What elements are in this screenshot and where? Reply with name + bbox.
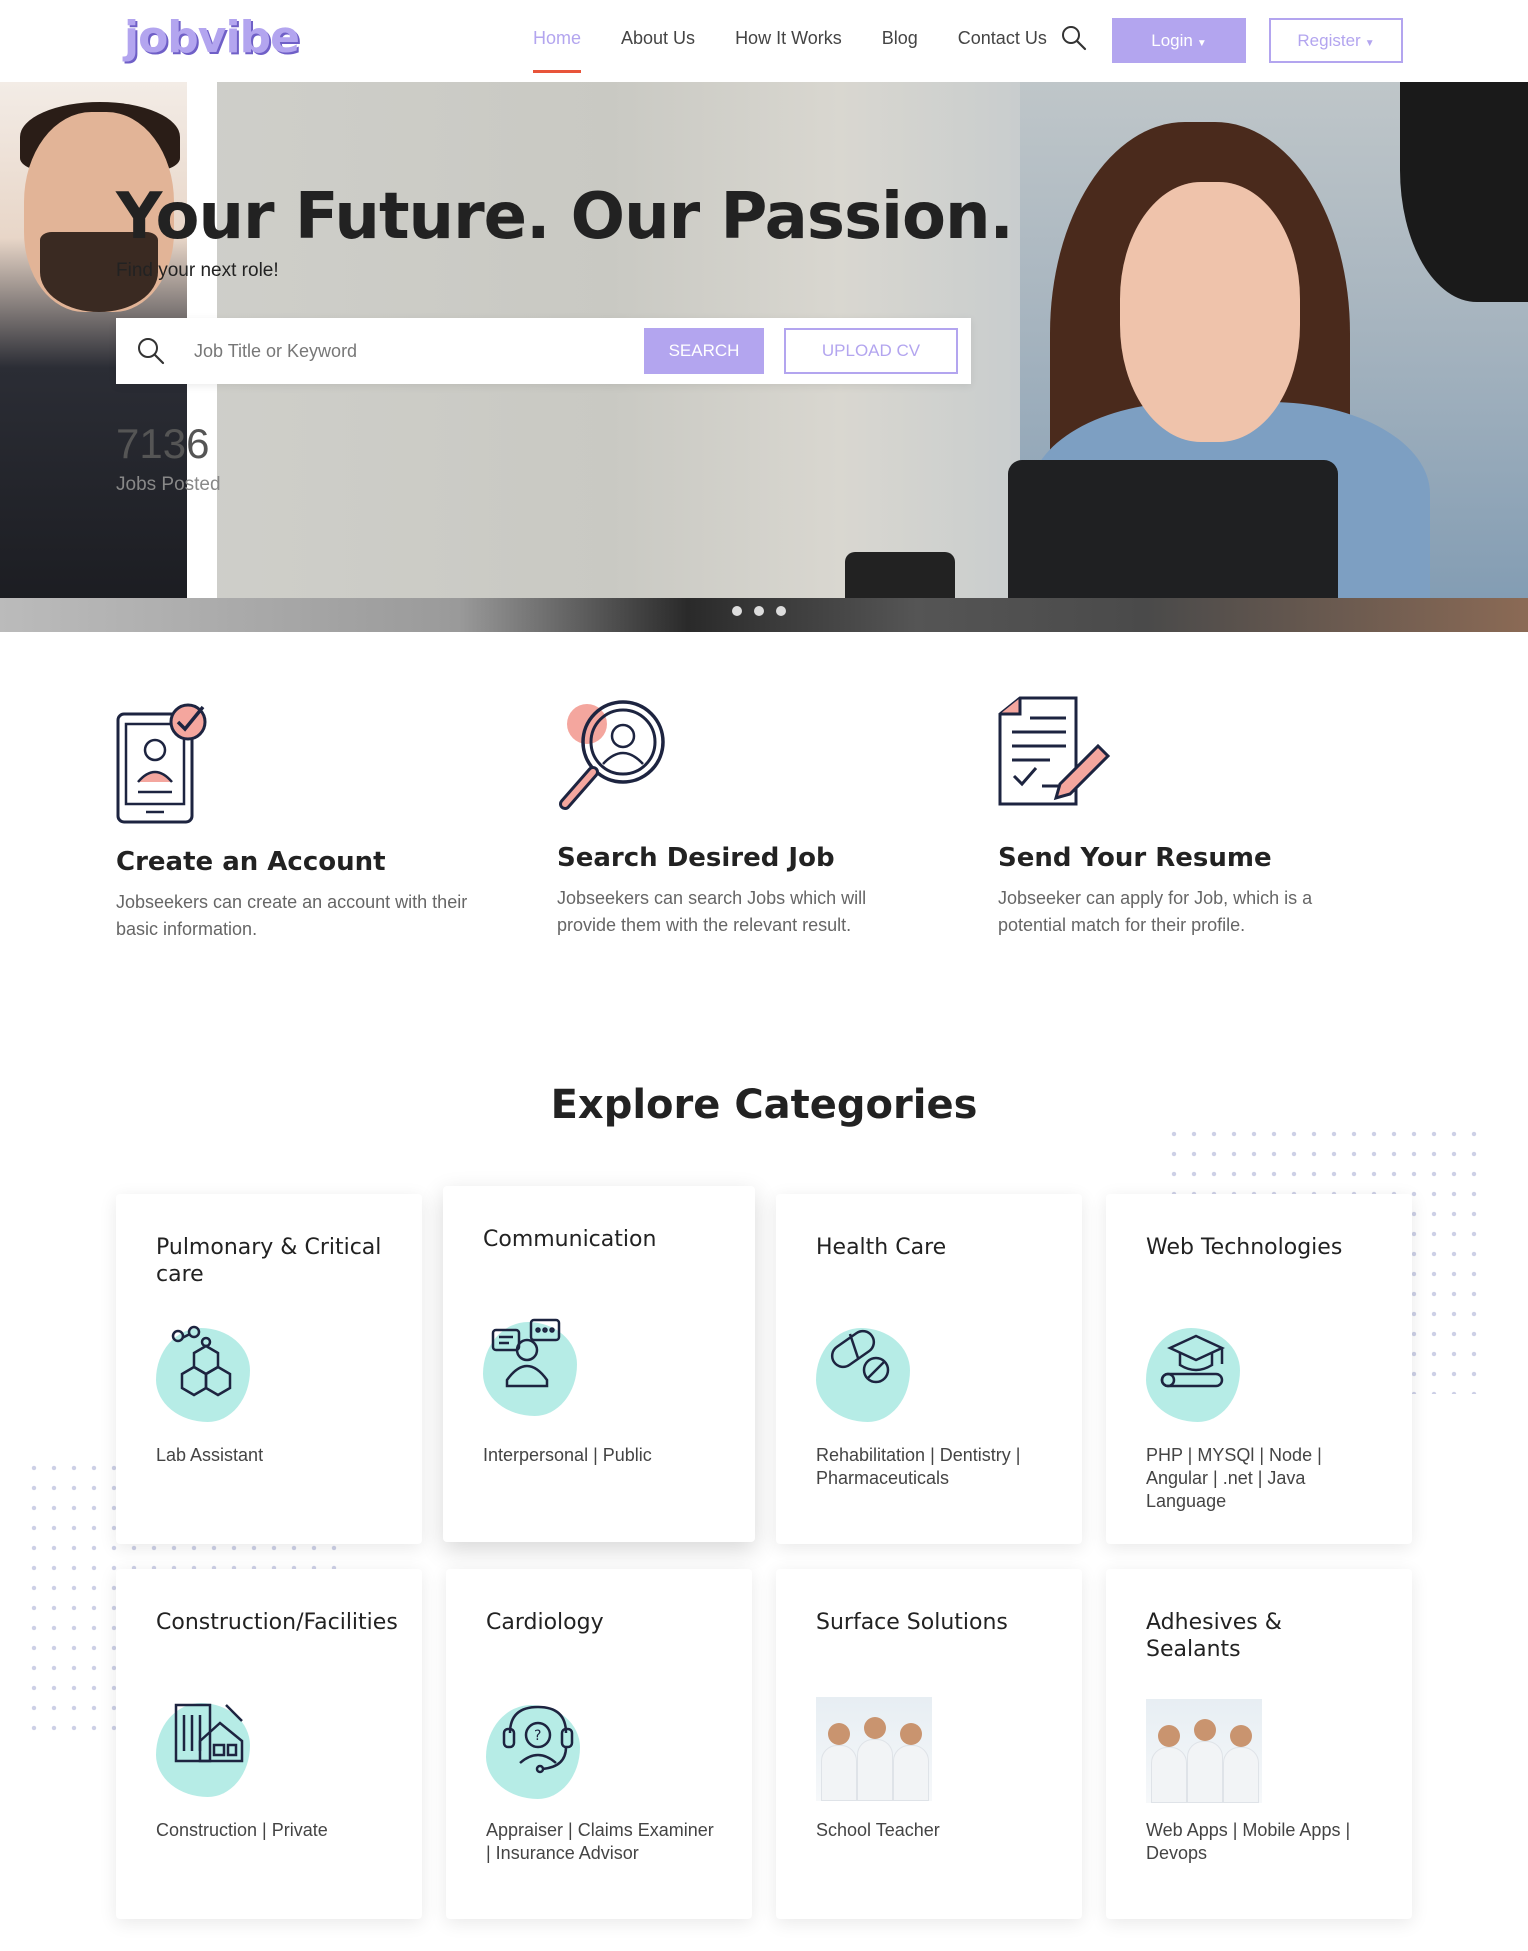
- hero-subtitle: Find your next role!: [116, 260, 279, 281]
- doctors-photo: [816, 1697, 932, 1801]
- category-card[interactable]: Health Care Rehabilitation | Dentistry |…: [776, 1194, 1082, 1544]
- photo-figure: [893, 1745, 929, 1801]
- category-icon: [156, 1322, 256, 1422]
- photo-figure-head: [900, 1723, 922, 1745]
- register-button[interactable]: Register ▼: [1269, 18, 1403, 63]
- upload-cv-button[interactable]: UPLOAD CV: [784, 328, 958, 374]
- jobs-posted-label: Jobs Posted: [116, 474, 221, 495]
- photo-figure-head: [1194, 1719, 1216, 1741]
- search-icon[interactable]: [1060, 24, 1088, 52]
- building-icon: [174, 1703, 244, 1763]
- category-tags: Web Apps | Mobile Apps | Devops: [1146, 1820, 1351, 1863]
- categories-heading-highlight: Categories: [724, 1082, 978, 1128]
- headset-support-icon: ?: [502, 1705, 574, 1774]
- nav-blog[interactable]: Blog: [882, 28, 918, 49]
- category-title: Pulmonary & Critical care: [156, 1235, 382, 1287]
- category-title: Construction/Facilities: [156, 1610, 398, 1635]
- category-icon: [1146, 1322, 1246, 1422]
- photo-figure: [857, 1739, 893, 1801]
- category-icon: [483, 1316, 583, 1416]
- category-icon: [156, 1697, 256, 1797]
- category-tags: School Teacher: [816, 1820, 940, 1840]
- nav-about-us[interactable]: About Us: [621, 28, 695, 49]
- category-title: Web Technologies: [1146, 1235, 1343, 1260]
- photo-figure: [1151, 1747, 1187, 1803]
- hero-title: Your Future. Our Passion.: [116, 180, 1014, 254]
- category-card[interactable]: Pulmonary & Critical care Lab Assistant: [116, 1194, 422, 1544]
- carousel-dots: [732, 606, 786, 616]
- step-send-resume: Send Your Resume Jobseeker can apply for…: [998, 696, 1358, 939]
- hero-photo-woman-face: [1120, 182, 1300, 442]
- photo-figure-head: [864, 1717, 886, 1739]
- photo-figure-head: [828, 1723, 850, 1745]
- category-icon: [816, 1322, 916, 1422]
- molecule-icon: [171, 1325, 232, 1397]
- jobs-posted-count: 7136: [116, 420, 210, 467]
- photo-figure: [821, 1745, 857, 1801]
- carousel-dot[interactable]: [732, 606, 742, 616]
- categories-heading: Explore Categories: [0, 1082, 1528, 1128]
- how-it-works-steps: Create an Account Jobseekers can create …: [116, 696, 1416, 980]
- doctors-photo-icon: [1146, 1699, 1262, 1803]
- category-title: Health Care: [816, 1235, 947, 1260]
- carousel-dot[interactable]: [754, 606, 764, 616]
- category-icon: ?: [486, 1699, 586, 1799]
- category-card[interactable]: Construction/Facilities Construction | P…: [116, 1569, 422, 1919]
- nav-home[interactable]: Home: [533, 28, 582, 73]
- category-title: Adhesives & Sealants: [1146, 1610, 1282, 1662]
- category-title: Surface Solutions: [816, 1610, 1008, 1635]
- magnifier-person-icon: [559, 700, 665, 810]
- search-icon: [138, 338, 165, 365]
- category-card[interactable]: Surface Solutions School Teacher: [776, 1569, 1082, 1919]
- category-tags: Construction | Private: [156, 1820, 328, 1840]
- category-tags: Rehabilitation | Dentistry | Pharmaceuti…: [816, 1445, 1021, 1488]
- svg-text:?: ?: [534, 1728, 541, 1744]
- doctors-photo-icon: [816, 1697, 932, 1801]
- category-title: Communication: [483, 1227, 657, 1252]
- doctors-photo: [1146, 1699, 1262, 1803]
- carousel-dot[interactable]: [776, 606, 786, 616]
- category-card[interactable]: Communication Interpersonal | Public: [443, 1186, 755, 1542]
- photo-figure-head: [1230, 1725, 1252, 1747]
- job-search-bar: SEARCH UPLOAD CV: [116, 318, 971, 384]
- photo-figure: [1223, 1747, 1259, 1803]
- search-button[interactable]: SEARCH: [644, 328, 764, 374]
- nav-how-it-works[interactable]: How It Works: [735, 28, 842, 49]
- register-label: Register: [1297, 30, 1361, 50]
- site-header: jobvibe Home About Us How It Works Blog …: [0, 0, 1528, 82]
- step-description: Jobseekers can search Jobs which will pr…: [557, 888, 867, 935]
- categories-heading-plain: Explore: [550, 1082, 721, 1128]
- job-search-input[interactable]: [194, 332, 614, 370]
- category-tags: Interpersonal | Public: [483, 1445, 652, 1465]
- resume-pen-icon: [998, 696, 1111, 806]
- hero-banner: Your Future. Our Passion. Find your next…: [0, 82, 1528, 632]
- account-phone-icon: [116, 703, 207, 824]
- step-title: Send Your Resume: [998, 843, 1272, 873]
- login-button[interactable]: Login ▼: [1112, 18, 1246, 63]
- main-nav: Home About Us How It Works Blog Contact …: [533, 28, 1087, 73]
- chat-person-icon: [491, 1318, 561, 1388]
- nav-contact-us[interactable]: Contact Us: [958, 28, 1047, 49]
- logo[interactable]: jobvibe: [124, 12, 300, 63]
- category-card[interactable]: Web Technologies PHP | MYSQl | Node | An…: [1106, 1194, 1412, 1544]
- category-tags: Lab Assistant: [156, 1445, 264, 1465]
- pills-icon: [830, 1329, 890, 1384]
- step-title: Search Desired Job: [557, 843, 835, 873]
- category-tags: PHP | MYSQl | Node | Angular | .net | Ja…: [1146, 1445, 1322, 1511]
- step-title: Create an Account: [116, 847, 386, 877]
- chevron-down-icon: ▼: [1364, 37, 1375, 49]
- login-label: Login: [1151, 30, 1193, 50]
- graduation-cap-icon: [1160, 1334, 1225, 1388]
- category-card[interactable]: Adhesives & Sealants Web Apps | Mobile A…: [1106, 1569, 1412, 1919]
- chevron-down-icon: ▼: [1196, 37, 1207, 49]
- step-search-job: Search Desired Job Jobseekers can search…: [557, 696, 917, 939]
- category-title: Cardiology: [486, 1610, 604, 1635]
- category-tags: Appraiser | Claims Examiner | Insurance …: [486, 1820, 714, 1863]
- category-card[interactable]: Cardiology ? Appraiser | Claims Examiner…: [446, 1569, 752, 1919]
- step-description: Jobseekers can create an account with th…: [116, 892, 468, 939]
- step-description: Jobseeker can apply for Job, which is a …: [998, 888, 1313, 935]
- photo-figure: [1187, 1741, 1223, 1803]
- step-create-account: Create an Account Jobseekers can create …: [116, 700, 476, 943]
- photo-figure-head: [1158, 1725, 1180, 1747]
